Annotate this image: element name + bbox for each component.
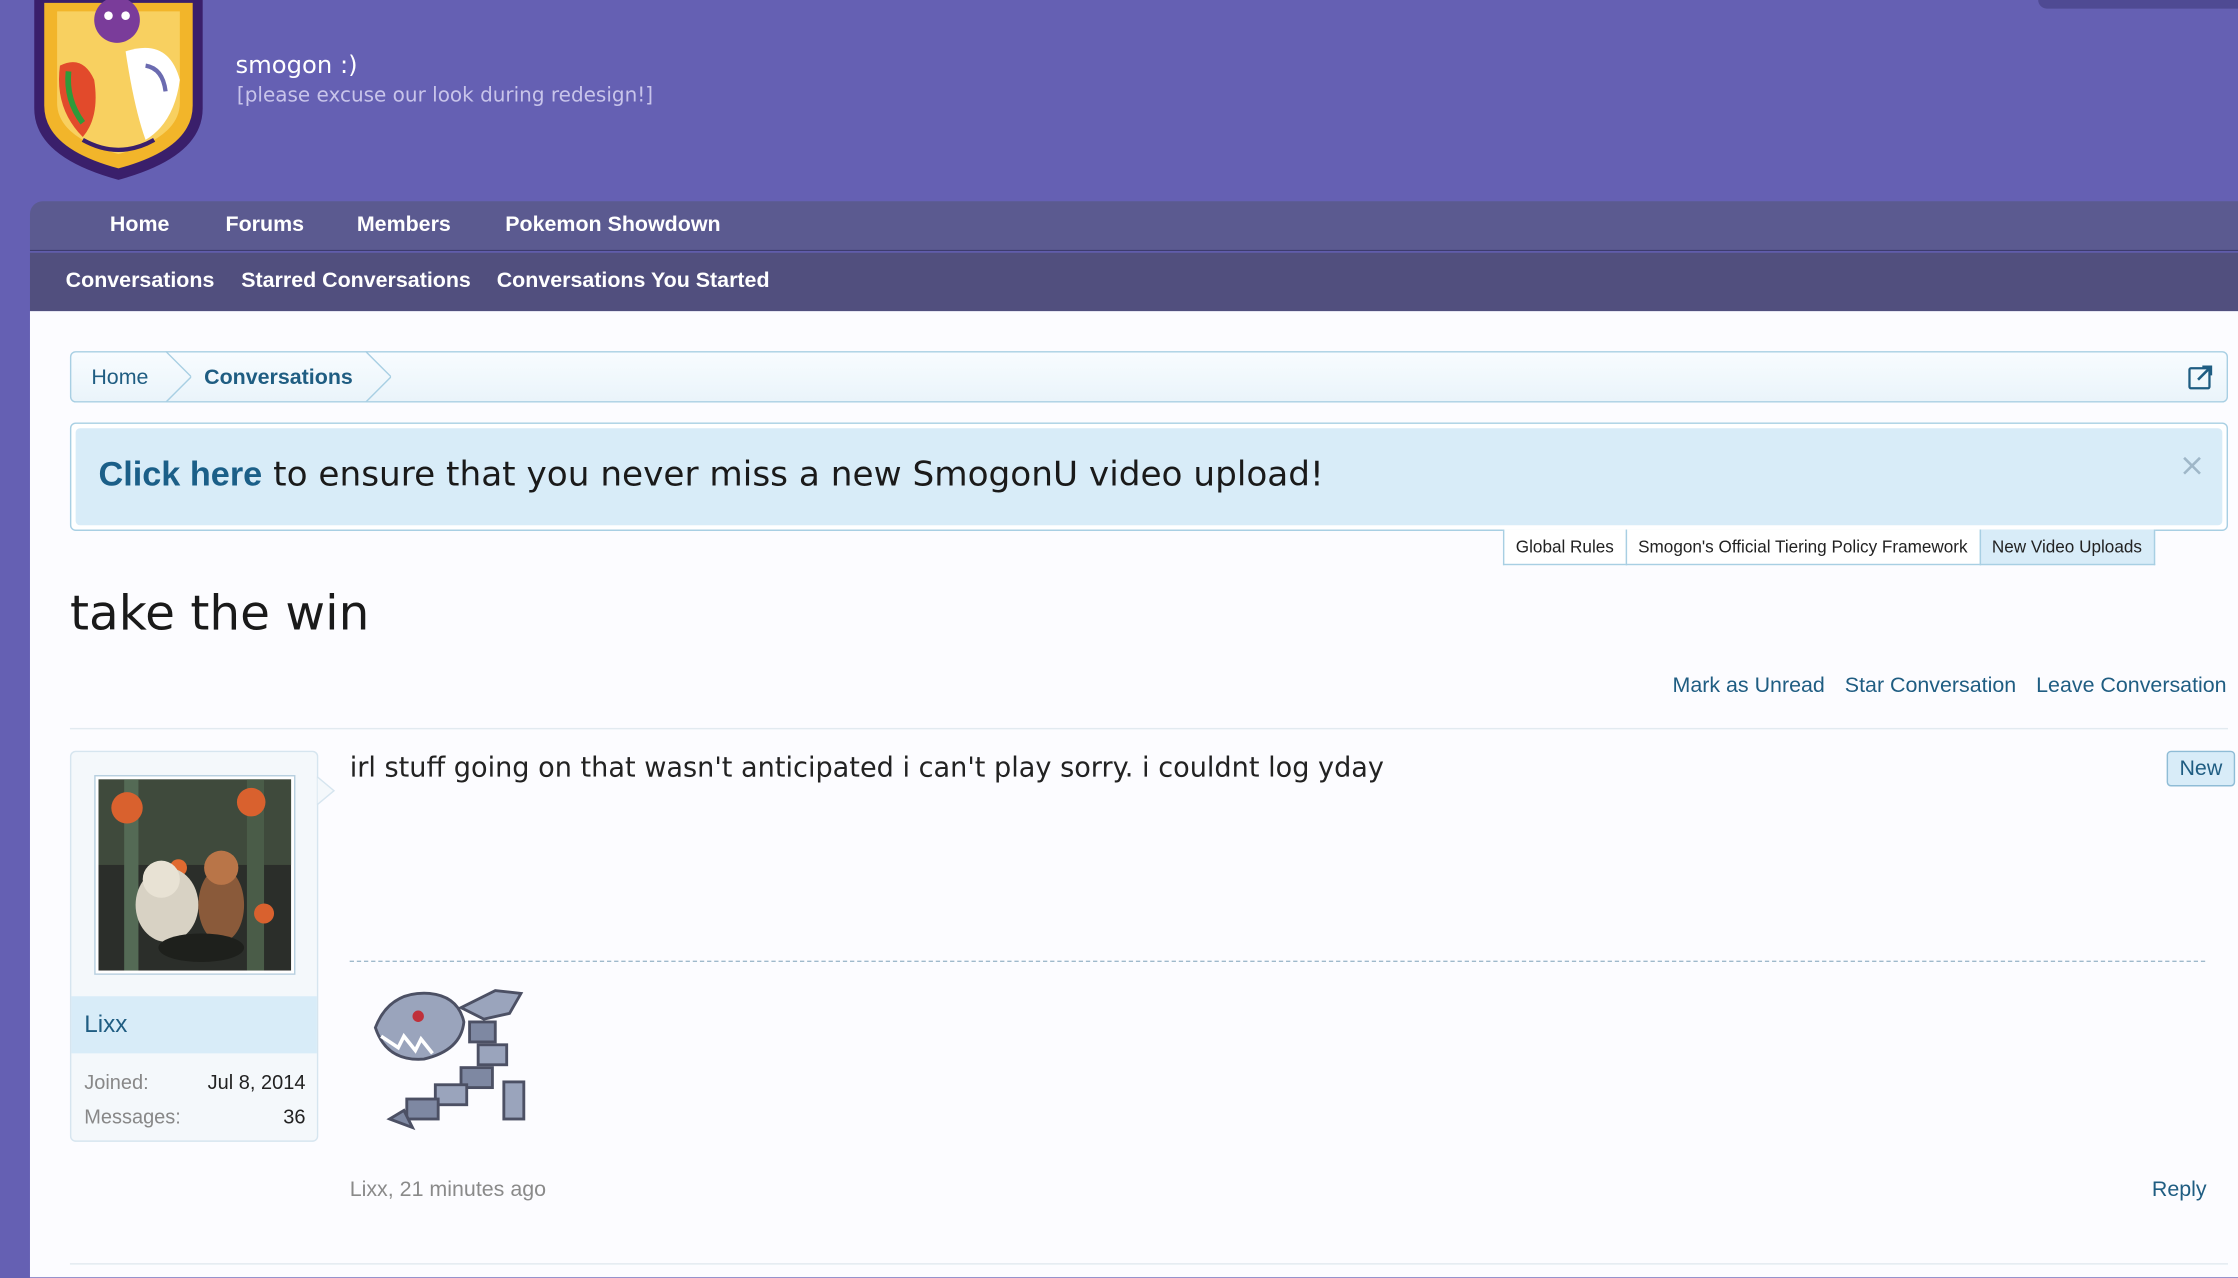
divider <box>69 1263 2229 1265</box>
subnav-item-conversations[interactable]: Conversations <box>66 268 215 292</box>
avatar[interactable] <box>94 775 296 975</box>
main-content: Home Conversations Click here to ensure … <box>29 311 2238 1278</box>
notice-text: Click here to ensure that you never miss… <box>98 454 1323 495</box>
signature-sprite-image <box>373 989 526 1131</box>
subnav-item-conversations-you-started[interactable]: Conversations You Started <box>497 268 770 292</box>
breadcrumb-conversations[interactable]: Conversations <box>204 365 353 389</box>
message-meta: Lixx, 21 minutes ago <box>349 1177 547 1202</box>
breadcrumb: Home Conversations <box>69 351 2229 403</box>
site-title: smogon :) <box>235 51 358 80</box>
tab-global-rules[interactable]: Global Rules <box>1502 529 1627 566</box>
new-badge: New <box>2166 750 2236 787</box>
joined-row: Joined: Jul 8, 2014 <box>84 1070 305 1093</box>
avatar-image <box>98 779 292 971</box>
sub-nav: Conversations Starred Conversations Conv… <box>29 252 2238 312</box>
notice-banner: Click here to ensure that you never miss… <box>69 422 2229 531</box>
breadcrumb-separator-icon <box>365 351 392 403</box>
leave-conversation-link[interactable]: Leave Conversation <box>2036 674 2226 698</box>
nav-item-pokemon-showdown[interactable]: Pokemon Showdown <box>505 213 720 237</box>
joined-value: Jul 8, 2014 <box>207 1070 306 1094</box>
page: smogon :) [please excuse our look during… <box>0 0 2238 1278</box>
conversation-actions: Mark as Unread Star Conversation Leave C… <box>1673 674 2227 698</box>
breadcrumb-separator-icon <box>165 351 192 403</box>
star-conversation-link[interactable]: Star Conversation <box>1845 674 2016 698</box>
message-user-info: Lixx Joined: Jul 8, 2014 Messages: 36 <box>69 750 319 1142</box>
nav-item-members[interactable]: Members <box>357 213 451 237</box>
messages-row: Messages: 36 <box>84 1105 305 1128</box>
external-link-icon[interactable] <box>2187 363 2216 392</box>
reply-link[interactable]: Reply <box>2152 1178 2207 1202</box>
notice-tabs: Global Rules Smogon's Official Tiering P… <box>1502 529 2155 566</box>
signature-divider <box>349 960 2206 963</box>
tab-tiering-policy[interactable]: Smogon's Official Tiering Policy Framewo… <box>1625 529 1981 566</box>
nav-item-home[interactable]: Home <box>110 213 170 237</box>
divider <box>69 727 2229 730</box>
notice-message: to ensure that you never miss a new Smog… <box>262 453 1324 494</box>
message-text: irl stuff going on that wasn't anticipat… <box>349 752 1384 784</box>
subnav-item-starred-conversations[interactable]: Starred Conversations <box>241 268 471 292</box>
messages-value: 36 <box>283 1104 306 1128</box>
page-title: take the win <box>69 585 370 643</box>
breadcrumb-home[interactable]: Home <box>91 365 148 389</box>
tab-new-video-uploads[interactable]: New Video Uploads <box>1978 529 2155 566</box>
notice-inner: Click here to ensure that you never miss… <box>75 428 2223 526</box>
messages-label: Messages: <box>84 1104 181 1128</box>
site-subtitle: [please excuse our look during redesign!… <box>236 84 654 108</box>
username-bar: Lixx <box>71 996 317 1054</box>
top-right-tab-shadow <box>2038 0 2238 9</box>
username-link[interactable]: Lixx <box>84 1011 127 1040</box>
notice-link[interactable]: Click here <box>98 455 262 494</box>
main-nav: Home Forums Members Pokemon Showdown <box>29 201 2238 252</box>
notice-close-icon[interactable]: × <box>2179 448 2205 484</box>
nav-item-forums[interactable]: Forums <box>226 213 305 237</box>
mark-as-unread-link[interactable]: Mark as Unread <box>1673 674 1825 698</box>
message-pointer-icon <box>316 776 336 805</box>
smogon-logo[interactable] <box>26 0 212 183</box>
joined-label: Joined: <box>84 1070 149 1094</box>
